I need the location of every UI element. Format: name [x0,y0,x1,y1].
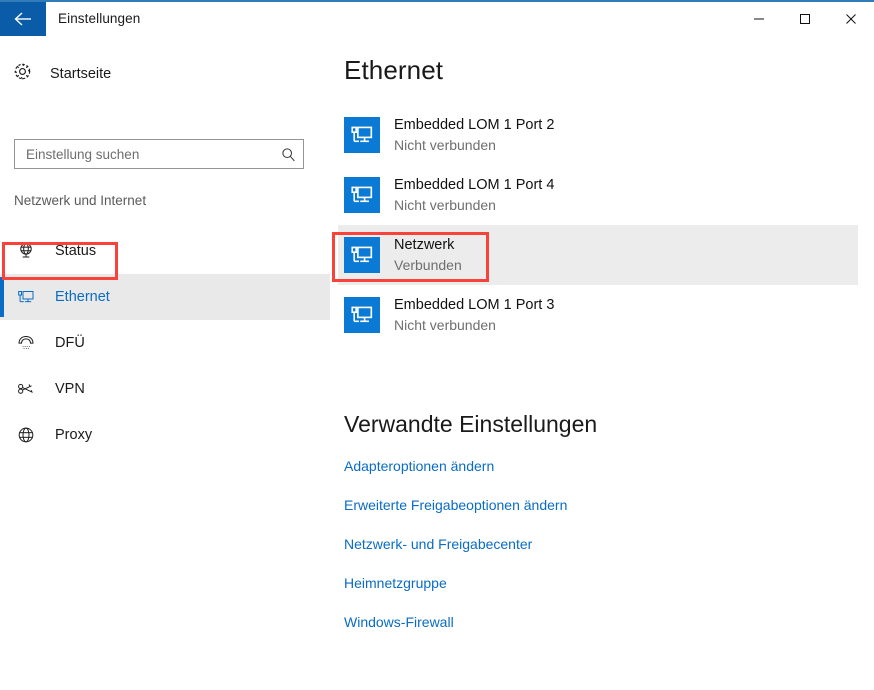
close-button[interactable] [828,2,874,36]
related-settings: Verwandte Einstellungen Adapteroptionen … [344,411,844,653]
sidebar-nav: Status Ethernet DFÜ VPN Proxy [0,228,330,458]
link-advanced-sharing-options[interactable]: Erweiterte Freigabeoptionen ändern [344,497,567,513]
sidebar-item-label: DFÜ [55,335,85,351]
link-adapter-options[interactable]: Adapteroptionen ändern [344,458,494,474]
sidebar-item-label: Proxy [55,427,93,443]
window-controls [736,2,874,36]
search-icon [273,147,303,162]
adapter-row-netzwerk[interactable]: Netzwerk Verbunden [338,225,858,285]
link-homegroup[interactable]: Heimnetzgruppe [344,575,447,591]
network-adapter-icon [344,237,380,273]
title-bar: Einstellungen [0,2,874,38]
adapter-name: Embedded LOM 1 Port 4 [394,177,555,193]
maximize-button[interactable] [782,2,828,36]
vpn-key-icon [14,377,38,401]
adapter-status: Nicht verbunden [394,137,496,153]
sidebar-item-vpn[interactable]: VPN [0,366,330,412]
back-arrow-icon [13,11,33,27]
network-adapter-icon [344,177,380,213]
sidebar-item-ethernet[interactable]: Ethernet [0,274,330,320]
adapter-name: Embedded LOM 1 Port 3 [394,297,555,313]
sidebar: Startseite Netzwerk und Internet [0,38,330,690]
globe-icon [14,423,38,447]
window-title: Einstellungen [58,11,141,26]
sidebar-item-status[interactable]: Status [0,228,330,274]
settings-window: Einstellungen Startseite Einstellung suc… [0,0,874,690]
search-box[interactable] [14,139,304,169]
sidebar-item-label: VPN [55,381,85,397]
phone-handset-icon [14,331,38,355]
gear-icon [12,61,33,87]
related-settings-title: Verwandte Einstellungen [344,411,598,437]
network-adapter-icon [344,117,380,153]
adapter-row[interactable]: Embedded LOM 1 Port 4 Nicht verbunden [338,165,858,225]
adapter-name: Embedded LOM 1 Port 2 [394,117,555,133]
back-button[interactable] [0,2,46,36]
ethernet-monitor-icon [14,285,38,309]
sidebar-category-title: Netzwerk und Internet [14,193,147,208]
network-adapter-icon [344,297,380,333]
sidebar-item-label: Ethernet [55,289,110,305]
link-network-sharing-center[interactable]: Netzwerk- und Freigabecenter [344,536,532,552]
sidebar-item-label: Status [55,243,97,259]
sidebar-item-dfue[interactable]: DFÜ [0,320,330,366]
sidebar-item-home[interactable]: Startseite [12,60,111,88]
adapter-list: Embedded LOM 1 Port 2 Nicht verbunden Em… [338,105,858,345]
home-label: Startseite [50,66,112,82]
adapter-status: Nicht verbunden [394,197,496,213]
adapter-name: Netzwerk [394,237,455,253]
adapter-row[interactable]: Embedded LOM 1 Port 2 Nicht verbunden [338,105,858,165]
main-content: Ethernet Embedded LOM 1 Port 2 Nicht ver… [330,38,874,690]
adapter-status: Verbunden [394,257,462,273]
minimize-button[interactable] [736,2,782,36]
link-windows-firewall[interactable]: Windows-Firewall [344,614,454,630]
adapter-row[interactable]: Embedded LOM 1 Port 3 Nicht verbunden [338,285,858,345]
globe-stand-icon [14,239,38,263]
page-title: Ethernet [344,55,444,85]
search-input[interactable] [15,146,273,162]
sidebar-item-proxy[interactable]: Proxy [0,412,330,458]
adapter-status: Nicht verbunden [394,317,496,333]
